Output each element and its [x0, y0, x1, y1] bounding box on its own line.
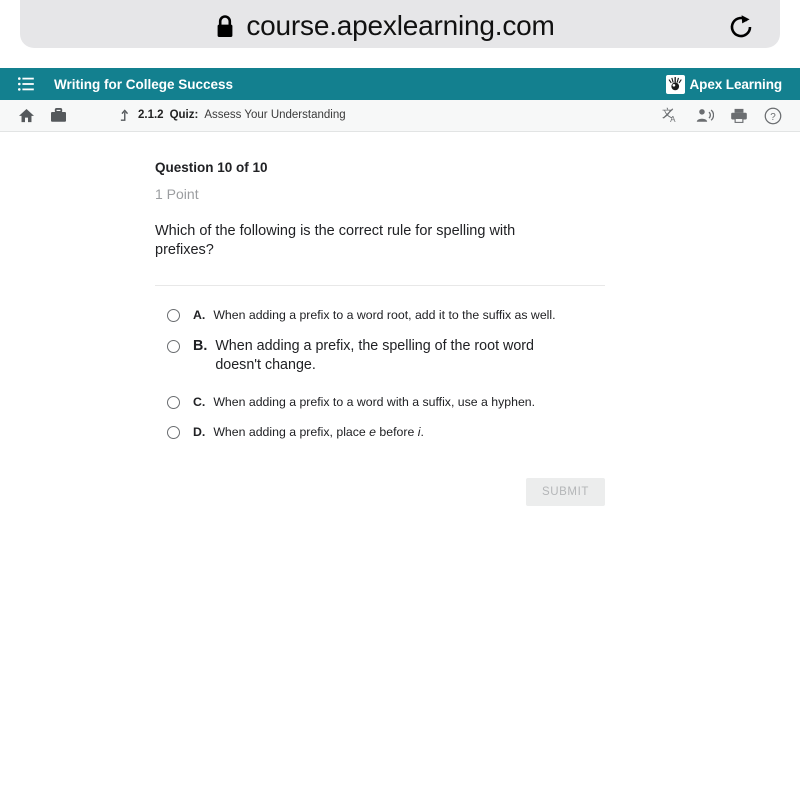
read-aloud-icon[interactable] — [696, 108, 714, 124]
option-text-c: When adding a prefix to a word with a su… — [213, 395, 536, 410]
course-title: Writing for College Success — [54, 76, 234, 92]
toolbar-left-group — [18, 108, 67, 123]
svg-text:A: A — [670, 115, 676, 124]
brand-logo: Apex Learning — [665, 74, 790, 94]
radio-button-c[interactable] — [167, 396, 180, 410]
reload-button[interactable] — [710, 12, 780, 42]
lock-icon — [215, 14, 235, 38]
print-icon[interactable] — [730, 108, 748, 124]
secondary-toolbar: 2.1.2 Quiz: Assess Your Understanding 文 … — [0, 100, 800, 132]
url-display[interactable]: course.apexlearning.com — [20, 10, 710, 42]
breadcrumb: 2.1.2 Quiz: Assess Your Understanding — [119, 109, 346, 122]
answer-option-a[interactable]: A. When adding a prefix to a word root, … — [167, 308, 607, 324]
translate-icon[interactable]: 文 A — [662, 107, 680, 124]
content-divider — [155, 284, 605, 286]
question-points: 1 Point — [155, 186, 199, 202]
option-letter-a: A. — [193, 307, 206, 322]
briefcase-icon[interactable] — [50, 108, 67, 123]
up-level-arrow-icon[interactable] — [119, 109, 132, 122]
apex-learning-logo-icon — [665, 74, 685, 94]
option-d-italic-e: e — [369, 425, 377, 440]
breadcrumb-name: Assess Your Understanding — [204, 109, 346, 121]
question-panel: Question 10 of 10 1 Point Which of the f… — [155, 160, 607, 506]
browser-url-bar[interactable]: course.apexlearning.com — [20, 0, 780, 48]
option-d-part1: When adding a prefix, place — [213, 425, 370, 440]
breadcrumb-number: 2.1.2 — [138, 109, 164, 121]
option-text-d: When adding a prefix, place e before i. — [213, 425, 424, 441]
submit-button[interactable]: SUBMIT — [525, 477, 605, 506]
question-prompt: Which of the following is the correct ru… — [155, 223, 516, 259]
answer-option-c[interactable]: C. When adding a prefix to a word with a… — [167, 395, 607, 411]
option-letter-b: B. — [193, 338, 208, 355]
option-letter-d: D. — [193, 425, 206, 440]
submit-row: SUBMIT — [155, 477, 605, 506]
hamburger-menu-icon[interactable] — [18, 77, 34, 91]
radio-button-d[interactable] — [167, 426, 180, 440]
svg-text:?: ? — [770, 112, 776, 123]
brand-name: Apex Learning — [689, 76, 783, 92]
option-d-part3: . — [420, 425, 424, 440]
answer-option-b[interactable]: B. When adding a prefix, the spelling of… — [167, 337, 607, 375]
question-counter: Question 10 of 10 — [155, 160, 268, 175]
toolbar-right-group: 文 A ? — [662, 107, 790, 125]
option-d-part2: before — [376, 425, 418, 440]
option-text-a: When adding a prefix to a word root, add… — [213, 307, 556, 322]
home-icon[interactable] — [18, 108, 35, 123]
radio-button-b[interactable] — [167, 340, 180, 354]
url-text: course.apexlearning.com — [246, 10, 555, 41]
answer-options-list: A. When adding a prefix to a word root, … — [155, 308, 607, 441]
answer-option-d[interactable]: D. When adding a prefix, place e before … — [167, 425, 607, 441]
reload-icon — [726, 12, 756, 42]
radio-button-a[interactable] — [167, 308, 180, 322]
help-icon[interactable]: ? — [764, 107, 782, 125]
app-header: Writing for College Success Apex Learnin… — [0, 68, 800, 100]
option-text-b: When adding a prefix, the spelling of th… — [215, 338, 535, 374]
option-letter-c: C. — [193, 395, 206, 410]
breadcrumb-kind: Quiz: — [169, 109, 199, 121]
